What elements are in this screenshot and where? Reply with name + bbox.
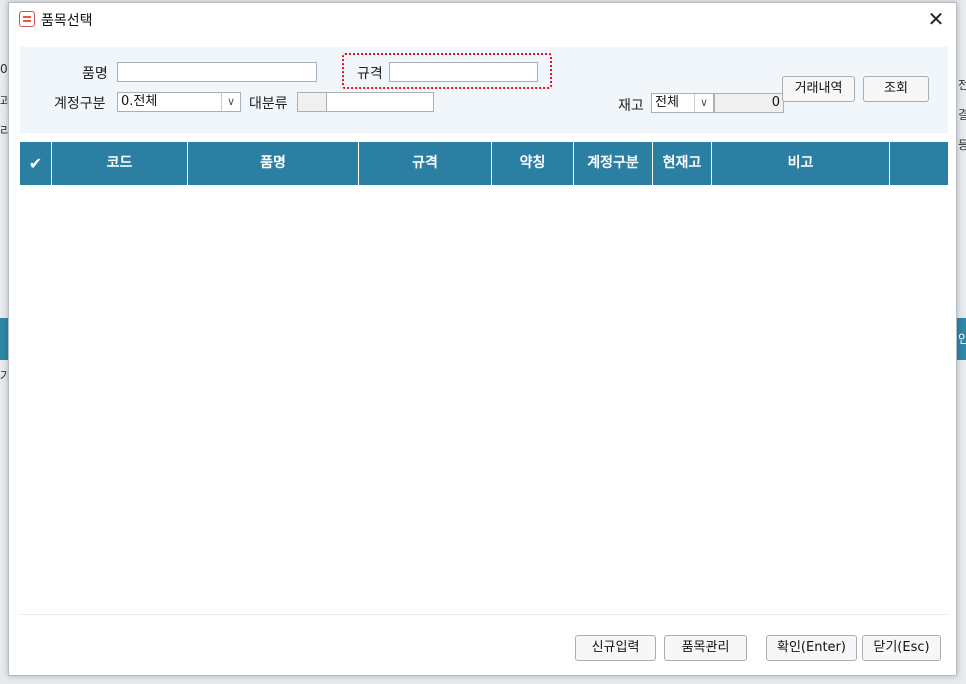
chevron-down-icon[interactable]: ∨ bbox=[694, 94, 713, 112]
col-header-extra[interactable] bbox=[890, 142, 948, 185]
col-header-abbrev[interactable]: 약칭 bbox=[492, 142, 574, 185]
stock-value-field[interactable]: 0 bbox=[714, 93, 784, 113]
stock-label: 재고 bbox=[618, 98, 644, 114]
app-icon bbox=[19, 11, 35, 27]
background-fragment: 결 bbox=[958, 108, 966, 122]
account-type-label: 계정구분 bbox=[54, 96, 106, 112]
stock-filter-value: 전체 bbox=[655, 95, 679, 110]
item-manage-button[interactable]: 품목관리 bbox=[664, 635, 747, 661]
title-bar: 품목선택 ✕ bbox=[9, 3, 956, 35]
close-button[interactable]: 닫기(Esc) bbox=[862, 635, 941, 661]
dialog-title: 품목선택 bbox=[41, 13, 93, 29]
stock-filter-select[interactable]: 전체 ∨ bbox=[651, 93, 714, 113]
category-label: 대분류 bbox=[249, 96, 288, 112]
col-header-item-name[interactable]: 품명 bbox=[188, 142, 359, 185]
col-header-current-stock[interactable]: 현재고 bbox=[653, 142, 712, 185]
chevron-down-icon[interactable]: ∨ bbox=[221, 93, 240, 111]
account-type-select[interactable]: 0.전체 ∨ bbox=[117, 92, 241, 112]
spec-label: 규격 bbox=[357, 66, 383, 82]
category-name-input[interactable] bbox=[326, 92, 434, 112]
category-code-input[interactable] bbox=[297, 92, 327, 112]
item-name-label: 품명 bbox=[82, 66, 108, 82]
spec-input[interactable] bbox=[389, 62, 538, 82]
col-header-code[interactable]: 코드 bbox=[52, 142, 188, 185]
background-fragment: 인 bbox=[958, 332, 966, 346]
col-header-account-type[interactable]: 계정구분 bbox=[574, 142, 653, 185]
select-all-check-icon[interactable]: ✔ bbox=[20, 142, 52, 185]
close-icon[interactable]: ✕ bbox=[922, 7, 950, 31]
item-select-dialog: 품목선택 ✕ 품명 규격 계정구분 0.전체 ∨ 대분류 재고 전체 ∨ 0 거… bbox=[8, 2, 957, 676]
item-grid: ✔ 코드 품명 규격 약칭 계정구분 현재고 비고 bbox=[20, 142, 948, 615]
stock-value: 0 bbox=[771, 95, 780, 110]
col-header-remarks[interactable]: 비고 bbox=[712, 142, 890, 185]
new-entry-button[interactable]: 신규입력 bbox=[575, 635, 656, 661]
account-type-value: 0.전체 bbox=[121, 94, 158, 109]
background-fragment: 등 bbox=[958, 138, 966, 152]
background-fragment: 전 bbox=[958, 78, 966, 92]
item-name-input[interactable] bbox=[117, 62, 317, 82]
query-button[interactable]: 조회 bbox=[863, 76, 929, 102]
confirm-button[interactable]: 확인(Enter) bbox=[766, 635, 857, 661]
transaction-history-button[interactable]: 거래내역 bbox=[782, 76, 855, 102]
col-header-spec[interactable]: 규격 bbox=[359, 142, 492, 185]
search-panel: 품명 규격 계정구분 0.전체 ∨ 대분류 재고 전체 ∨ 0 거래내역 조회 bbox=[20, 47, 948, 133]
background-teal-bar-left bbox=[0, 318, 8, 360]
grid-header: ✔ 코드 품명 규격 약칭 계정구분 현재고 비고 bbox=[20, 142, 948, 185]
